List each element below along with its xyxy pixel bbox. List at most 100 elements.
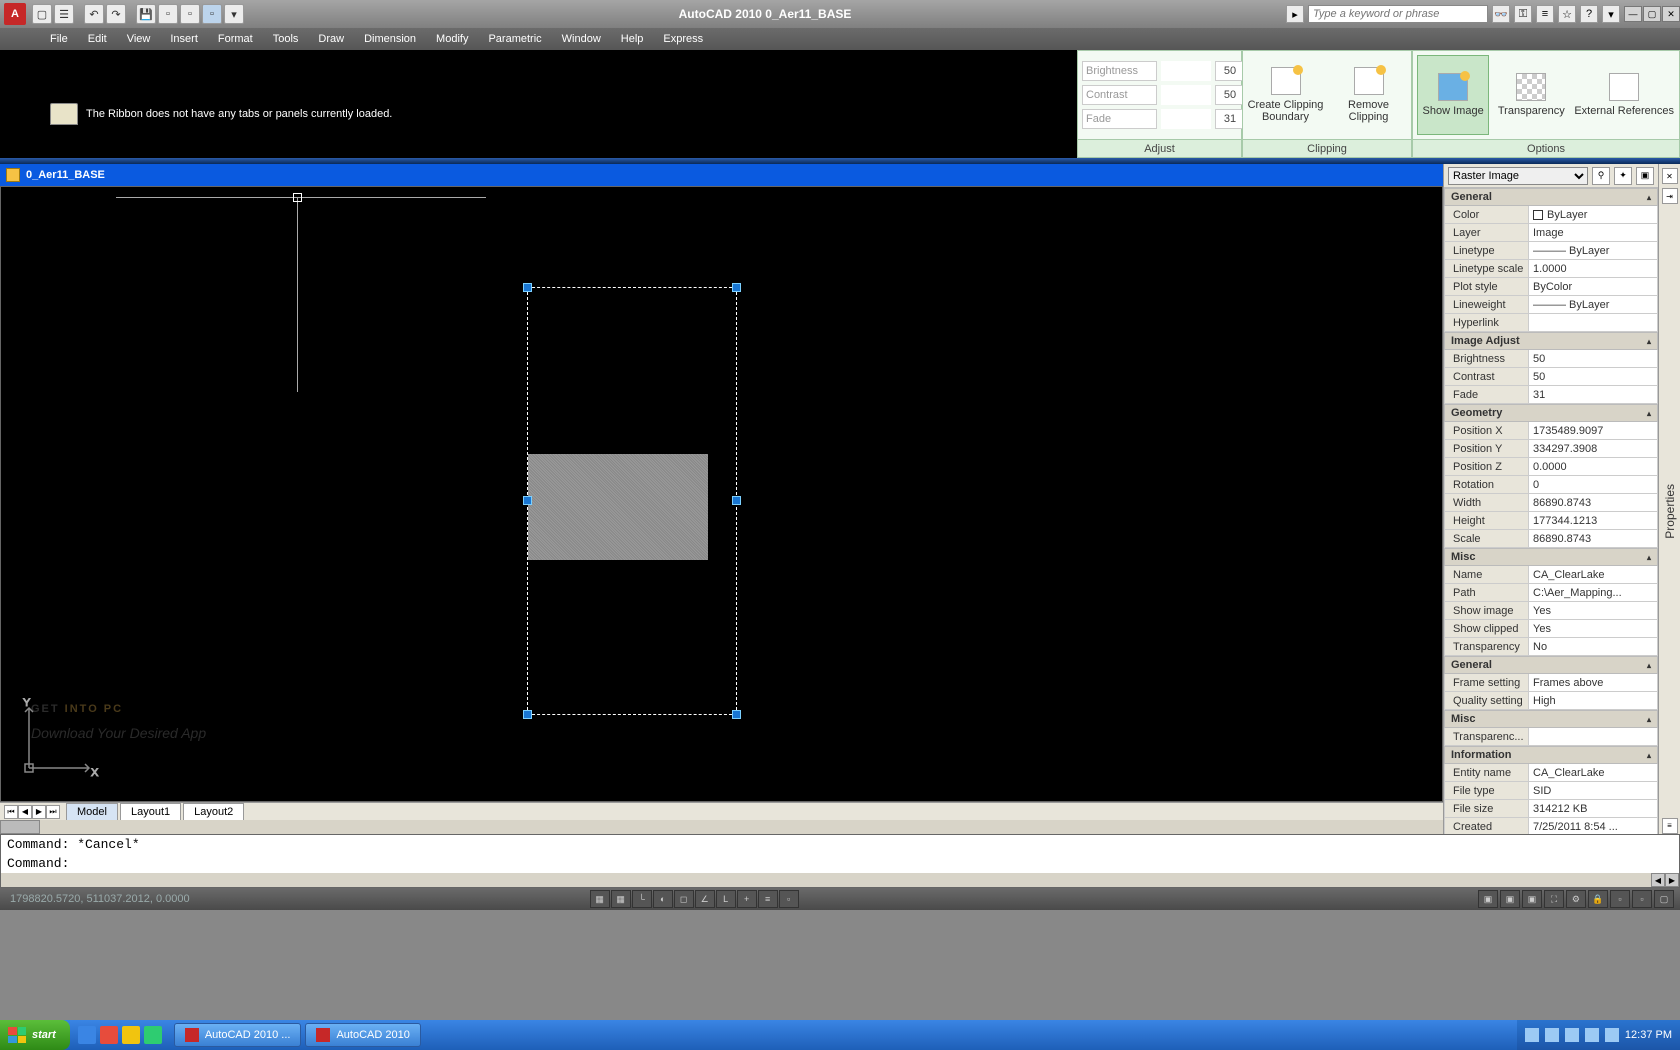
grip-top-left[interactable]	[523, 283, 532, 292]
key-icon[interactable]: ⚿	[1514, 5, 1532, 23]
coordinates-display[interactable]: 1798820.5720, 511037.2012, 0.0000	[0, 893, 250, 905]
prop-path-value[interactable]: C:\Aer_Mapping...	[1529, 584, 1658, 602]
command-scrollbar[interactable]: ◀ ▶	[1, 873, 1679, 887]
fade-slider[interactable]	[1161, 109, 1211, 129]
transparency-button[interactable]: Transparency	[1495, 55, 1567, 135]
image-selection-frame[interactable]	[527, 287, 737, 715]
prop-scale-value[interactable]: 86890.8743	[1529, 530, 1658, 548]
tray-icon[interactable]	[1565, 1028, 1579, 1042]
lwt-toggle[interactable]: ≡	[758, 890, 778, 908]
external-references-button[interactable]: External References	[1573, 55, 1675, 135]
hardware-accel-icon[interactable]: ▫	[1610, 890, 1630, 908]
favorite-icon[interactable]: ☆	[1558, 5, 1576, 23]
cat-geometry[interactable]: Geometry	[1444, 404, 1658, 422]
palette-autohide-icon[interactable]: ⇥	[1662, 188, 1678, 204]
workspace-switch-icon[interactable]: ⚙	[1566, 890, 1586, 908]
menu-view[interactable]: View	[117, 28, 161, 50]
prop-showclipped-value[interactable]: Yes	[1529, 620, 1658, 638]
new-icon[interactable]: ▢	[32, 4, 52, 24]
menu-file[interactable]: File	[40, 28, 78, 50]
taskbar-item-autocad[interactable]: AutoCAD 2010	[305, 1023, 420, 1047]
select-objects-icon[interactable]: ▣	[1636, 167, 1654, 185]
prop-contrast-value[interactable]: 50	[1529, 368, 1658, 386]
show-image-button[interactable]: Show Image	[1417, 55, 1489, 135]
prop-quality-value[interactable]: High	[1529, 692, 1658, 710]
contrast-value[interactable]: 50	[1215, 85, 1245, 105]
menu-window[interactable]: Window	[552, 28, 611, 50]
clock[interactable]: 12:37 PM	[1625, 1029, 1672, 1041]
palette-close-icon[interactable]: ✕	[1662, 168, 1678, 184]
redo-icon[interactable]: ↷	[106, 4, 126, 24]
quick-select-icon[interactable]: ⚲	[1592, 167, 1610, 185]
prop-height-value[interactable]: 177344.1213	[1529, 512, 1658, 530]
quicklaunch-icon[interactable]	[100, 1026, 118, 1044]
quicklaunch-icon[interactable]	[122, 1026, 140, 1044]
scroll-left-icon[interactable]: ◀	[1651, 873, 1665, 887]
osnap-toggle[interactable]: ◻	[674, 890, 694, 908]
prop-color-value[interactable]: ByLayer	[1529, 206, 1658, 224]
qat-icon[interactable]: ▫	[158, 4, 178, 24]
clean-screen-icon[interactable]: ▢	[1654, 890, 1674, 908]
menu-modify[interactable]: Modify	[426, 28, 478, 50]
cat-general[interactable]: General	[1444, 188, 1658, 206]
help-icon[interactable]: ?	[1580, 5, 1598, 23]
tab-nav-last[interactable]: ⏭	[46, 805, 60, 819]
brightness-value[interactable]: 50	[1215, 61, 1245, 81]
cat-information[interactable]: Information	[1444, 746, 1658, 764]
menu-parametric[interactable]: Parametric	[478, 28, 551, 50]
menu-help[interactable]: Help	[611, 28, 654, 50]
prop-frame-value[interactable]: Frames above	[1529, 674, 1658, 692]
tray-icon[interactable]	[1585, 1028, 1599, 1042]
tab-nav-next[interactable]: ▶	[32, 805, 46, 819]
polar-toggle[interactable]: ◐	[653, 890, 673, 908]
drawing-canvas[interactable]: GET INTO PC Download Your Desired App YX	[0, 186, 1443, 802]
ortho-toggle[interactable]: └	[632, 890, 652, 908]
prop-linetype-value[interactable]: ——— ByLayer	[1529, 242, 1658, 260]
annotation-scale-icon[interactable]: ⛶	[1544, 890, 1564, 908]
scrollbar-thumb[interactable]	[0, 820, 40, 834]
menu-edit[interactable]: Edit	[78, 28, 117, 50]
quicklaunch-icon[interactable]	[144, 1026, 162, 1044]
toolbar-lock-icon[interactable]: 🔒	[1588, 890, 1608, 908]
tab-layout2[interactable]: Layout2	[183, 803, 244, 821]
prop-transparency-value[interactable]: No	[1529, 638, 1658, 656]
tray-icon[interactable]	[1545, 1028, 1559, 1042]
grid-toggle[interactable]: ▦	[611, 890, 631, 908]
document-titlebar[interactable]: 0_Aer11_BASE	[0, 164, 1443, 186]
qat-dropdown-icon[interactable]: ▾	[224, 4, 244, 24]
taskbar-item-autocad-doc[interactable]: AutoCAD 2010 ...	[174, 1023, 302, 1047]
cat-general2[interactable]: General	[1444, 656, 1658, 674]
object-type-select[interactable]: Raster Image	[1448, 167, 1588, 185]
isolate-objects-icon[interactable]: ▫	[1632, 890, 1652, 908]
prop-lineweight-value[interactable]: ——— ByLayer	[1529, 296, 1658, 314]
grip-top-right[interactable]	[732, 283, 741, 292]
fade-value[interactable]: 31	[1215, 109, 1245, 129]
menu-dimension[interactable]: Dimension	[354, 28, 426, 50]
dropdown-icon[interactable]: ▾	[1602, 5, 1620, 23]
menu-draw[interactable]: Draw	[308, 28, 354, 50]
prop-hyperlink-value[interactable]	[1529, 314, 1658, 332]
prop-posz-value[interactable]: 0.0000	[1529, 458, 1658, 476]
menu-insert[interactable]: Insert	[160, 28, 208, 50]
grip-mid-left[interactable]	[523, 496, 532, 505]
raster-image-body[interactable]	[528, 454, 708, 560]
quicklaunch-icon[interactable]	[78, 1026, 96, 1044]
palette-titlebar[interactable]: ✕ ⇥ Properties ≡	[1658, 164, 1680, 834]
prop-transcolor-value[interactable]	[1529, 728, 1658, 746]
search-arrow-icon[interactable]: ▸	[1286, 5, 1304, 23]
contrast-slider[interactable]	[1161, 85, 1211, 105]
app-logo[interactable]: A	[4, 3, 26, 25]
binoculars-icon[interactable]: 👓	[1492, 5, 1510, 23]
quickview-drawings-icon[interactable]: ▣	[1522, 890, 1542, 908]
horizontal-scrollbar[interactable]	[0, 820, 1443, 834]
otrack-toggle[interactable]: ∠	[695, 890, 715, 908]
prop-posx-value[interactable]: 1735489.9097	[1529, 422, 1658, 440]
model-paper-toggle[interactable]: ▣	[1478, 890, 1498, 908]
qp-toggle[interactable]: ▫	[779, 890, 799, 908]
menu-format[interactable]: Format	[208, 28, 263, 50]
tab-layout1[interactable]: Layout1	[120, 803, 181, 821]
command-window[interactable]: Command: *Cancel* Command: ◀ ▶	[0, 834, 1680, 888]
prop-showimage-value[interactable]: Yes	[1529, 602, 1658, 620]
prop-plotstyle-value[interactable]: ByColor	[1529, 278, 1658, 296]
snap-toggle[interactable]: ▦	[590, 890, 610, 908]
